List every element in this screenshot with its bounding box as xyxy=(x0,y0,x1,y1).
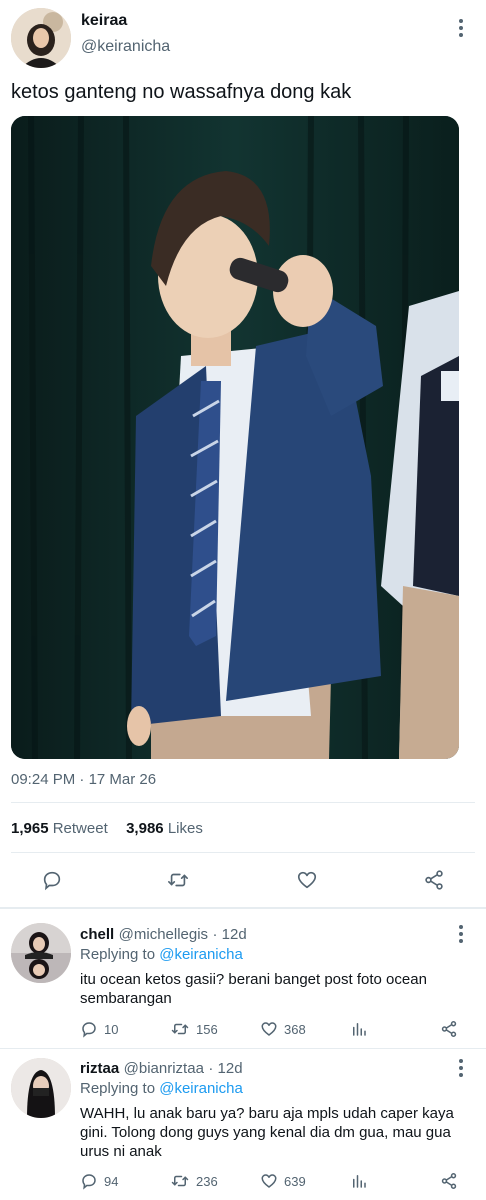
reply-icon xyxy=(82,1022,96,1038)
reply-handle[interactable]: @bianriztaa xyxy=(124,1060,204,1077)
reply-time: · 12d xyxy=(208,1060,243,1077)
author-display-name[interactable]: keiraa xyxy=(81,12,127,30)
reply-share-button[interactable] xyxy=(440,1172,458,1190)
heart-icon xyxy=(261,1022,277,1036)
divider xyxy=(11,802,475,803)
replying-to: Replying to @keiranicha xyxy=(80,946,243,963)
reply-analytics-button[interactable] xyxy=(350,1020,368,1038)
reply-more-button[interactable] xyxy=(451,922,471,946)
replying-prefix: Replying to xyxy=(80,1080,156,1097)
reply-count: 94 xyxy=(104,1173,119,1189)
reply-time: · 12d xyxy=(212,926,247,943)
divider xyxy=(11,852,475,853)
retweet-icon xyxy=(168,873,188,887)
likes-label: Likes xyxy=(167,820,203,837)
tweet-text: ketos ganteng no wassafnya dong kak xyxy=(11,81,352,103)
reply-like-button[interactable]: 639 xyxy=(260,1172,306,1190)
reply-display-name[interactable]: chell xyxy=(80,926,114,943)
more-dots-icon xyxy=(459,1059,463,1063)
tweet-date: 17 Mar 26 xyxy=(88,771,157,788)
retweets-label: Retweet xyxy=(52,820,108,837)
share-icon xyxy=(441,1173,457,1189)
reply-retweet-button[interactable]: 156 xyxy=(170,1020,218,1038)
date-separator: · xyxy=(75,771,89,788)
replying-to-link[interactable]: @keiranicha xyxy=(159,1080,243,1097)
reply-reply-button[interactable]: 94 xyxy=(80,1172,118,1190)
author-handle[interactable]: @keiranicha xyxy=(81,38,170,56)
like-button[interactable] xyxy=(287,865,327,895)
retweets-count: 1,965 xyxy=(11,820,49,837)
retweet-count: 236 xyxy=(196,1173,218,1189)
reply-icon xyxy=(82,1174,96,1190)
tweet-timestamp[interactable]: 09:24 PM · 17 Mar 26 xyxy=(11,771,156,788)
replying-prefix: Replying to xyxy=(80,946,156,963)
reply-avatar[interactable] xyxy=(11,1058,71,1118)
retweet-icon xyxy=(171,1023,189,1035)
tweet-photo[interactable] xyxy=(11,116,459,759)
likes-stat[interactable]: 3,986 Likes xyxy=(126,820,203,837)
retweets-stat[interactable]: 1,965 Retweet xyxy=(11,820,108,837)
reply-avatar[interactable] xyxy=(11,923,71,983)
reply-share-button[interactable] xyxy=(440,1020,458,1038)
retweet-icon xyxy=(171,1175,189,1187)
reply-header: chell @michellegis · 12d xyxy=(80,926,247,944)
divider xyxy=(0,1048,486,1049)
share-button[interactable] xyxy=(414,865,454,895)
replying-to: Replying to @keiranicha xyxy=(80,1080,243,1097)
share-icon xyxy=(425,870,443,890)
heart-icon xyxy=(261,1174,277,1188)
tweet-time: 09:24 PM xyxy=(11,771,76,788)
reply-text: itu ocean ketos gasii? berani banget pos… xyxy=(80,971,427,1007)
reply-text: WAHH, lu anak baru ya? baru aja mpls uda… xyxy=(80,1105,454,1160)
section-separator xyxy=(0,907,486,909)
reply-count: 10 xyxy=(104,1021,119,1037)
author-avatar[interactable] xyxy=(11,8,71,68)
reply-handle[interactable]: @michellegis xyxy=(119,926,208,943)
retweet-count: 156 xyxy=(196,1021,218,1037)
reply-analytics-button[interactable] xyxy=(350,1172,368,1190)
like-count: 639 xyxy=(284,1173,306,1189)
reply-retweet-button[interactable]: 236 xyxy=(170,1172,218,1190)
heart-icon xyxy=(297,871,317,889)
likes-count: 3,986 xyxy=(126,820,164,837)
reply-display-name[interactable]: riztaa xyxy=(80,1060,119,1077)
share-icon xyxy=(441,1021,457,1037)
reply-button[interactable] xyxy=(32,865,72,895)
like-count: 368 xyxy=(284,1021,306,1037)
tweet-stats: 1,965 Retweet 3,986 Likes xyxy=(11,820,203,837)
analytics-icon xyxy=(353,1023,366,1036)
reply-more-button[interactable] xyxy=(451,1056,471,1080)
reply-icon xyxy=(43,871,61,891)
more-dots-icon xyxy=(459,925,463,929)
reply-like-button[interactable]: 368 xyxy=(260,1020,306,1038)
more-options-button[interactable] xyxy=(451,16,471,40)
replying-to-link[interactable]: @keiranicha xyxy=(159,946,243,963)
reply-reply-button[interactable]: 10 xyxy=(80,1020,118,1038)
retweet-button[interactable] xyxy=(158,865,198,895)
reply-header: riztaa @bianriztaa · 12d xyxy=(80,1060,243,1078)
more-dots-icon xyxy=(459,19,463,23)
analytics-icon xyxy=(353,1175,366,1188)
